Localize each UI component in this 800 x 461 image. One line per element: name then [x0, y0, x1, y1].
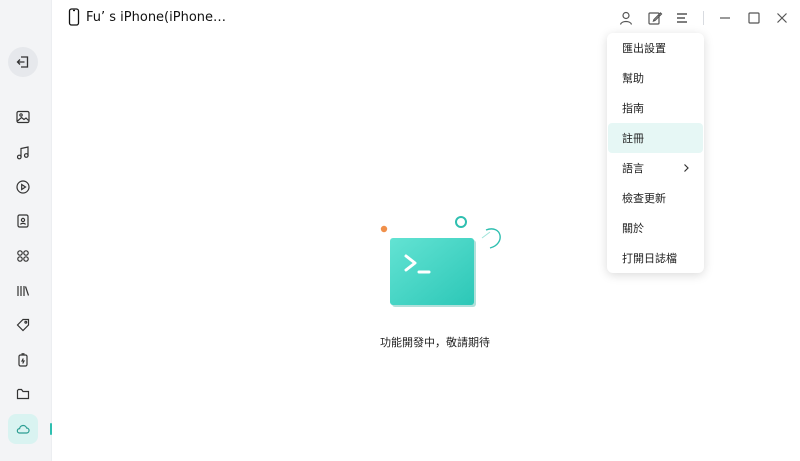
sidebar-item-videos[interactable]	[8, 172, 38, 202]
menu-item-label: 打開日誌檔	[622, 252, 677, 265]
books-icon	[17, 286, 30, 296]
menu-item-help[interactable]: 幫助	[608, 63, 703, 93]
menu-item-check-update[interactable]: 檢查更新	[608, 183, 703, 213]
terminal-icon	[380, 216, 501, 307]
sidebar-item-backup[interactable]	[8, 345, 38, 375]
cloud-icon	[16, 424, 30, 434]
menu-item-label: 關於	[622, 222, 644, 235]
menu-item-register[interactable]: 註冊	[608, 123, 703, 153]
sidebar-item-books[interactable]	[8, 276, 38, 306]
close-button[interactable]	[772, 8, 792, 28]
exit-icon	[16, 56, 29, 68]
toolbar-divider	[703, 11, 704, 25]
minimize-icon	[720, 17, 730, 19]
menu-item-label: 語言	[622, 162, 644, 175]
folder-icon	[16, 388, 30, 400]
exit-button[interactable]	[8, 47, 38, 77]
title-bar: Fu’ s iPhone(iPhone…	[52, 0, 800, 36]
device-name: Fu’ s iPhone(iPhone…	[86, 9, 227, 25]
menu-item-about[interactable]: 關於	[608, 213, 703, 243]
sidebar-item-tags[interactable]	[8, 310, 38, 340]
close-icon	[777, 13, 787, 23]
sidebar-item-music[interactable]	[8, 138, 38, 168]
edit-icon	[648, 12, 663, 25]
tag-icon	[16, 318, 30, 332]
minimize-button[interactable]	[715, 8, 735, 28]
chevron-right-icon	[684, 164, 689, 172]
phone-icon	[68, 8, 80, 26]
maximize-icon	[748, 12, 760, 24]
menu-button[interactable]	[672, 8, 692, 28]
menu-item-export-settings[interactable]: 匯出設置	[608, 33, 703, 63]
menu-item-label: 指南	[622, 102, 644, 115]
feedback-button[interactable]	[645, 8, 665, 28]
contacts-icon	[17, 214, 29, 228]
device-selector[interactable]: Fu’ s iPhone(iPhone…	[68, 8, 226, 26]
sidebar-item-contacts[interactable]	[8, 206, 38, 236]
apps-icon	[17, 250, 29, 262]
menu-item-label: 檢查更新	[622, 192, 666, 205]
menu-item-guide[interactable]: 指南	[608, 93, 703, 123]
maximize-button[interactable]	[744, 8, 764, 28]
dropdown-menu: 匯出設置 幫助 指南 註冊 語言 檢查更新 關於 打開日誌檔	[607, 33, 704, 273]
menu-item-label: 註冊	[622, 132, 644, 145]
music-icon	[16, 146, 29, 160]
sidebar	[0, 0, 52, 461]
user-icon	[619, 11, 633, 25]
sidebar-item-apps[interactable]	[8, 241, 38, 271]
sidebar-item-photos[interactable]	[8, 102, 38, 132]
sidebar-item-files[interactable]	[8, 379, 38, 409]
status-message: 功能開發中，敬請期待	[380, 336, 490, 349]
image-icon	[16, 110, 30, 124]
menu-item-label: 幫助	[622, 72, 644, 85]
play-icon	[16, 180, 30, 194]
menu-item-language[interactable]: 語言	[608, 153, 703, 183]
menu-item-open-log[interactable]: 打開日誌檔	[608, 243, 703, 273]
menu-icon	[677, 13, 687, 23]
menu-item-label: 匯出設置	[622, 42, 666, 55]
account-button[interactable]	[616, 8, 636, 28]
battery-icon	[18, 353, 28, 367]
sidebar-item-cloud[interactable]	[8, 414, 38, 444]
